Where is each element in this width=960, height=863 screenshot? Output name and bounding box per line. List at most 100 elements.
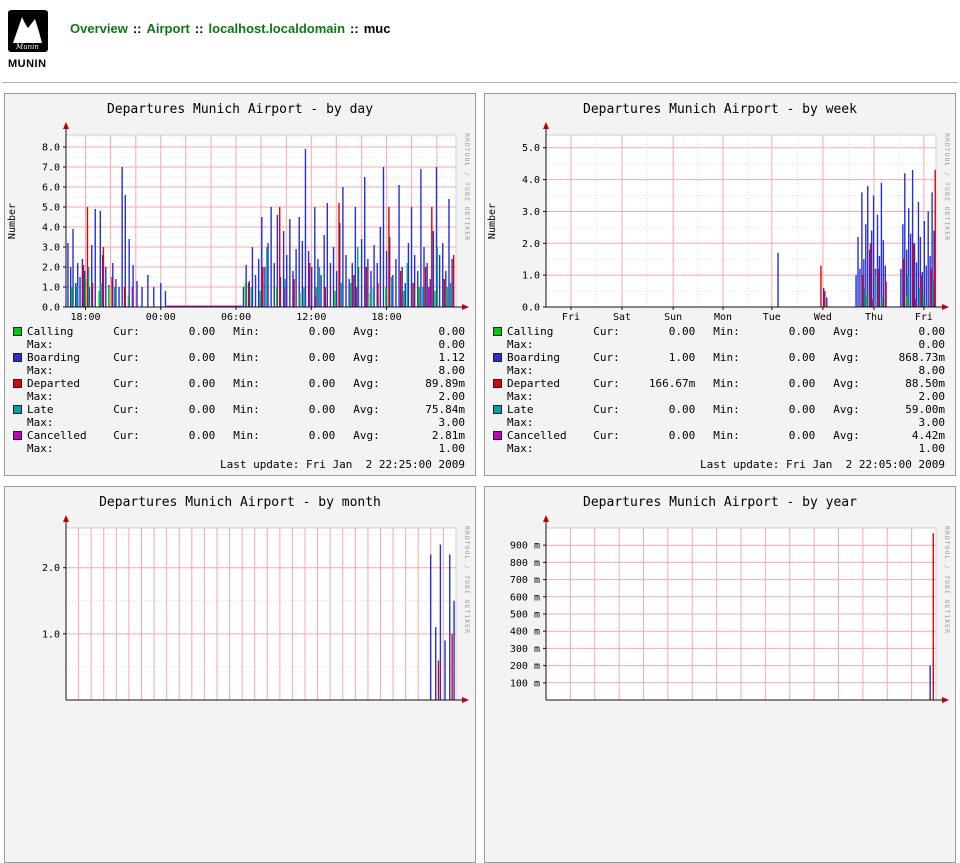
- legend-row: LateCur:0.00Min:0.00Avg:75.84m: [5, 403, 475, 416]
- legend-color-swatch: [493, 405, 502, 414]
- legend-row-max: Max:8.00: [5, 364, 475, 377]
- last-update: Last update: Fri Jan 2 22:25:00 2009: [5, 455, 475, 475]
- legend-min-value: 0.00: [754, 429, 815, 442]
- legend-max-value: 0.00: [919, 338, 946, 351]
- svg-text:4.0: 4.0: [42, 223, 60, 234]
- legend-min-label: Min:: [713, 377, 754, 390]
- legend-series-name: Departed: [27, 377, 113, 390]
- legend-avg-value: 868.73m: [874, 351, 945, 364]
- breadcrumb-overview[interactable]: Overview: [70, 21, 128, 36]
- legend-avg-value: 4.42m: [874, 429, 945, 442]
- chart-canvas: 900 m800 m700 m600 m500 m400 m300 m200 m…: [486, 512, 954, 716]
- svg-text:500 m: 500 m: [510, 610, 540, 621]
- breadcrumb-airport[interactable]: Airport: [147, 21, 190, 36]
- svg-text:2.0: 2.0: [522, 239, 540, 250]
- svg-text:900 m: 900 m: [510, 541, 540, 552]
- legend-cur-value: 0.00: [634, 403, 695, 416]
- svg-text:18:00: 18:00: [372, 312, 402, 323]
- svg-text:Sat: Sat: [613, 312, 631, 323]
- breadcrumb-separator: ::: [133, 21, 142, 36]
- svg-text:5.0: 5.0: [522, 143, 540, 154]
- legend-min-value: 0.00: [274, 429, 335, 442]
- legend-avg-label: Avg:: [833, 377, 874, 390]
- legend-row-max: Max:8.00: [485, 364, 955, 377]
- legend-row-max: Max: 1.00: [485, 442, 955, 455]
- legend-min-value: 0.00: [754, 325, 815, 338]
- svg-text:2.0: 2.0: [42, 263, 60, 274]
- legend-cur-value: 0.00: [154, 351, 215, 364]
- legend-color-swatch: [13, 431, 22, 440]
- graph-panel-day: Departures Munich Airport - by day0.01.0…: [4, 93, 476, 476]
- legend-max-value: 3.00: [919, 416, 946, 429]
- svg-text:8.0: 8.0: [42, 143, 60, 154]
- chart-canvas: 0.01.02.03.04.05.06.07.08.018:0000:0006:…: [6, 119, 474, 323]
- svg-text:1.0: 1.0: [42, 629, 60, 640]
- munin-page: Munin MUNIN Overview::Airport::localhost…: [0, 0, 960, 863]
- legend-row-max: Max: 1.00: [5, 442, 475, 455]
- svg-text:6.0: 6.0: [42, 183, 60, 194]
- graphs-grid: Departures Munich Airport - by day0.01.0…: [4, 93, 960, 863]
- legend-max-value: 3.00: [439, 416, 466, 429]
- legend-row-max: Max:2.00: [5, 390, 475, 403]
- munin-logo-text: MUNIN: [8, 58, 56, 70]
- chart-legend: CallingCur:0.00Min:0.00Avg:0.00Max:0.00B…: [485, 325, 955, 455]
- breadcrumb-localhost-localdomain[interactable]: localhost.localdomain: [209, 21, 346, 36]
- svg-text:700 m: 700 m: [510, 575, 540, 586]
- legend-avg-value: 88.50m: [874, 377, 945, 390]
- legend-row: CancelledCur:0.00Min:0.00Avg:4.42m: [485, 429, 955, 442]
- legend-color-swatch: [13, 379, 22, 388]
- svg-text:0.0: 0.0: [522, 303, 540, 314]
- munin-logo[interactable]: Munin MUNIN: [8, 10, 56, 70]
- legend-max-label: Max:: [27, 442, 69, 455]
- legend-color-swatch: [493, 379, 502, 388]
- legend-max-value: 8.00: [439, 364, 466, 377]
- legend-cur-value: 0.00: [154, 403, 215, 416]
- legend-row-max: Max: 0.00: [485, 338, 955, 351]
- legend-cur-value: 0.00: [154, 377, 215, 390]
- header-divider: [2, 82, 958, 83]
- svg-text:5.0: 5.0: [42, 203, 60, 214]
- legend-avg-value: 0.00: [394, 325, 465, 338]
- svg-text:800 m: 800 m: [510, 558, 540, 569]
- legend-min-value: 0.00: [754, 351, 815, 364]
- legend-cur-label: Cur:: [593, 429, 634, 442]
- last-update: Last update: Fri Jan 2 22:05:00 2009: [485, 455, 955, 475]
- legend-cur-value: 0.00: [634, 325, 695, 338]
- legend-cur-value: 1.00: [634, 351, 695, 364]
- legend-max-label: Max:: [27, 390, 69, 403]
- legend-max-value: 8.00: [919, 364, 946, 377]
- legend-min-value: 0.00: [754, 377, 815, 390]
- legend-min-label: Min:: [233, 325, 274, 338]
- legend-cur-label: Cur:: [113, 351, 154, 364]
- svg-text:06:00: 06:00: [221, 312, 251, 323]
- legend-avg-label: Avg:: [353, 377, 394, 390]
- legend-cur-label: Cur:: [593, 377, 634, 390]
- chart-legend: CallingCur:0.00Min:0.00Avg:0.00Max:0.00B…: [5, 325, 475, 455]
- legend-min-label: Min:: [713, 429, 754, 442]
- y-axis-label: Number: [7, 203, 18, 239]
- legend-max-value: 1.00: [439, 442, 466, 455]
- legend-row: BoardingCur:1.00Min:0.00Avg:868.73m: [485, 351, 955, 364]
- svg-text:2.0: 2.0: [42, 563, 60, 574]
- svg-text:Munin: Munin: [15, 43, 39, 51]
- legend-series-name: Late: [507, 403, 593, 416]
- svg-text:RRDTOOL / TOBI OETIKER: RRDTOOL / TOBI OETIKER: [463, 133, 471, 241]
- svg-text:18:00: 18:00: [70, 312, 100, 323]
- legend-min-label: Min:: [233, 377, 274, 390]
- svg-text:0.0: 0.0: [42, 303, 60, 314]
- legend-color-swatch: [493, 353, 502, 362]
- legend-avg-value: 2.81m: [394, 429, 465, 442]
- legend-min-label: Min:: [713, 325, 754, 338]
- legend-row-max: Max:0.00: [5, 338, 475, 351]
- legend-avg-value: 89.89m: [394, 377, 465, 390]
- legend-min-label: Min:: [713, 351, 754, 364]
- legend-max-value: 1.00: [919, 442, 946, 455]
- legend-max-label: Max:: [507, 338, 549, 351]
- svg-text:Wed: Wed: [814, 312, 832, 323]
- svg-text:RRDTOOL / TOBI OETIKER: RRDTOOL / TOBI OETIKER: [943, 526, 951, 634]
- svg-text:RRDTOOL / TOBI OETIKER: RRDTOOL / TOBI OETIKER: [943, 133, 951, 241]
- svg-text:Tue: Tue: [763, 312, 781, 323]
- legend-max-label: Max:: [507, 442, 549, 455]
- legend-cur-label: Cur:: [113, 325, 154, 338]
- svg-text:100 m: 100 m: [510, 678, 540, 689]
